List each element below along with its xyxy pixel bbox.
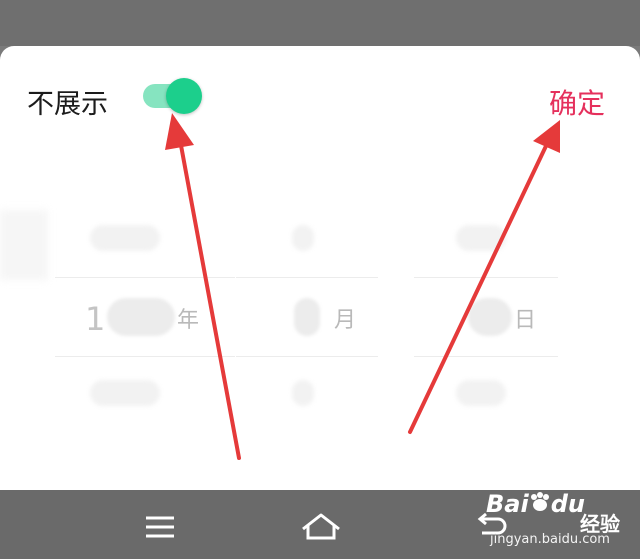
month-picker-column[interactable]: 月 — [236, 200, 378, 440]
day-unit-label: 日 — [514, 308, 537, 333]
selection-divider — [55, 277, 235, 278]
hide-toggle-label: 不展示 — [27, 89, 108, 120]
watermark-url: jingyan.baidu.com — [490, 532, 610, 547]
list-item — [292, 225, 314, 251]
paw-icon — [530, 492, 549, 511]
menu-icon[interactable] — [140, 507, 180, 547]
baidu-jingyan-watermark: Bai du 经验 jingyan.baidu.com — [486, 490, 636, 559]
selection-divider — [414, 277, 558, 278]
list-item — [90, 380, 160, 406]
month-value-blurred — [294, 298, 320, 336]
confirm-button[interactable]: 确定 — [549, 82, 605, 122]
background-ghost — [0, 210, 48, 280]
selection-divider — [236, 277, 378, 278]
day-picker-column[interactable]: 日 — [414, 200, 558, 440]
dimmed-background — [0, 0, 640, 46]
selection-divider — [55, 356, 235, 357]
selection-divider — [414, 356, 558, 357]
month-unit-label: 月 — [334, 308, 357, 333]
list-item — [456, 225, 506, 251]
toggle-knob[interactable] — [166, 78, 202, 114]
list-item — [90, 225, 160, 251]
list-item — [292, 380, 314, 406]
year-unit-label: 年 — [177, 308, 200, 333]
day-value-blurred — [468, 298, 512, 336]
year-first-digit: 1 — [85, 300, 106, 338]
year-value-blurred — [107, 298, 175, 336]
selection-divider — [236, 356, 378, 357]
watermark-brand: Bai du — [486, 490, 585, 518]
home-icon[interactable] — [297, 507, 345, 547]
year-picker-column[interactable]: 1 年 — [55, 200, 235, 440]
list-item — [456, 380, 506, 406]
